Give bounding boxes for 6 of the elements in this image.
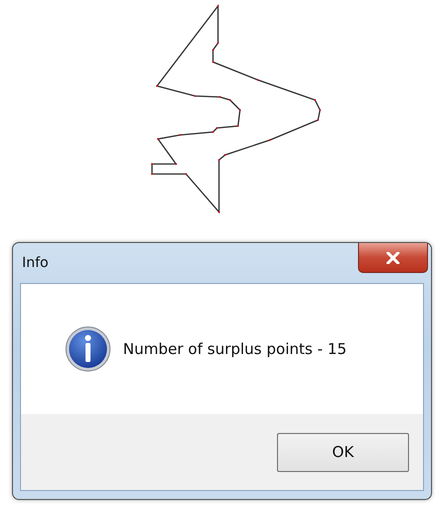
info-icon: [65, 326, 111, 372]
window-title: Info: [21, 254, 48, 273]
ok-button[interactable]: OK: [277, 432, 409, 472]
message-text: Number of surplus points - 15: [123, 338, 347, 360]
close-icon: [386, 252, 400, 264]
close-button[interactable]: [358, 243, 428, 273]
